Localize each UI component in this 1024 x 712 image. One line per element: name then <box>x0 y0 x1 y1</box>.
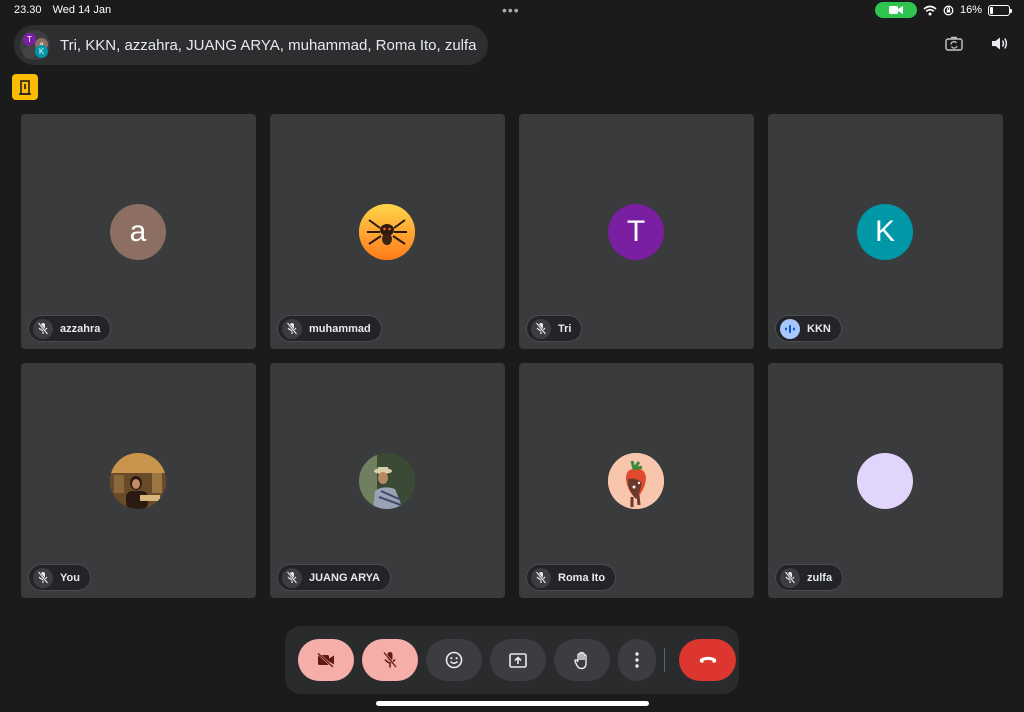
speaker-button[interactable] <box>990 33 1010 53</box>
participant-name-tag: zulfa <box>775 564 844 591</box>
mic-muted-icon <box>535 322 547 335</box>
participant-avatar: K <box>857 204 913 260</box>
participant-avatar <box>857 453 913 509</box>
stack-avatar-kkn: K <box>35 45 48 58</box>
status-time: 23.30 <box>14 4 42 16</box>
mic-muted-icon <box>286 322 298 335</box>
top-right-actions <box>944 33 1010 53</box>
camera-in-use-indicator <box>874 2 917 18</box>
mic-muted-badge <box>282 318 302 339</box>
door-exit-icon <box>19 79 31 95</box>
participant-avatar-stack: T a K <box>20 30 50 60</box>
wifi-icon <box>923 5 937 15</box>
present-screen-button[interactable] <box>490 639 546 681</box>
battery-icon <box>988 4 1012 16</box>
battery-percentage: 16% <box>959 4 982 16</box>
mic-muted-badge <box>33 567 53 588</box>
participant-name: Roma Ito <box>558 571 606 584</box>
more-options-button[interactable] <box>618 639 656 681</box>
stack-avatar-muhammad <box>23 46 36 59</box>
participant-avatar: T <box>608 204 664 260</box>
avatar-art-spider-icon <box>359 204 415 260</box>
mic-muted-icon <box>784 571 796 584</box>
participant-tile-you[interactable]: You <box>21 363 256 598</box>
call-control-bar <box>285 626 739 694</box>
status-time-date: 23.30 Wed 14 Jan <box>14 4 111 16</box>
participant-avatar <box>110 453 166 509</box>
participant-name-tag: azzahra <box>28 315 112 342</box>
hang-up-icon <box>699 656 716 663</box>
participant-name-tag: KKN <box>775 315 842 342</box>
raise-hand-button[interactable] <box>554 639 610 681</box>
participant-tile-tri[interactable]: T Tri <box>519 114 754 349</box>
speaking-indicator <box>780 318 800 339</box>
raise-hand-icon <box>574 651 587 669</box>
more-icon <box>635 652 639 668</box>
participant-avatar <box>359 204 415 260</box>
mic-muted-icon <box>535 571 547 584</box>
mic-muted-badge <box>531 567 551 588</box>
participant-name: muhammad <box>309 322 371 335</box>
status-bar: 23.30 Wed 14 Jan ••• 16% <box>0 0 1024 20</box>
multitask-dots[interactable]: ••• <box>502 2 520 18</box>
participant-name: azzahra <box>60 322 101 335</box>
participants-header[interactable]: T a K Tri, KKN, azzahra, JUANG ARYA, muh… <box>14 25 488 65</box>
mic-muted-badge <box>531 318 551 339</box>
participant-avatar <box>608 453 664 509</box>
video-camera-icon <box>888 6 903 14</box>
mic-muted-badge <box>33 318 53 339</box>
participant-tile-zulfa[interactable]: zulfa <box>768 363 1003 598</box>
mic-off-icon <box>383 651 397 668</box>
participant-name-tag: Roma Ito <box>526 564 617 591</box>
mic-muted-badge <box>282 567 302 588</box>
mic-muted-icon <box>37 571 49 584</box>
participant-name: JUANG ARYA <box>309 571 380 584</box>
speaking-indicator-icon <box>785 324 795 333</box>
present-icon <box>509 652 527 668</box>
participant-name: zulfa <box>807 571 833 584</box>
camera-toggle-button[interactable] <box>298 639 354 681</box>
participant-name-tag: muhammad <box>277 315 382 342</box>
exit-door-button[interactable] <box>12 74 38 100</box>
avatar-photo-icon <box>359 453 415 509</box>
emoji-icon <box>445 651 463 669</box>
participant-name-tag: JUANG ARYA <box>277 564 391 591</box>
camera-off-icon <box>317 652 334 668</box>
avatar-photo-icon <box>110 453 166 509</box>
participant-tile-muhammad[interactable]: muhammad <box>270 114 505 349</box>
participant-name-tag: Tri <box>526 315 583 342</box>
participant-tile-azzahra[interactable]: a azzahra <box>21 114 256 349</box>
participant-avatar <box>359 453 415 509</box>
participant-name: You <box>60 571 80 584</box>
participant-name: KKN <box>807 322 831 335</box>
participant-tile-juang-arya[interactable]: JUANG ARYA <box>270 363 505 598</box>
participant-tile-roma-ito[interactable]: Roma Ito <box>519 363 754 598</box>
avatar-art-strawberry-icon <box>608 453 664 509</box>
hang-up-button[interactable] <box>679 639 736 681</box>
battery-level-fill <box>990 6 993 14</box>
switch-camera-icon <box>945 36 963 51</box>
status-indicators: 16% <box>874 2 1012 18</box>
mic-toggle-button[interactable] <box>362 639 418 681</box>
mic-muted-icon <box>286 571 298 584</box>
participant-grid: a azzahra muhammad T Tri K KKN You JUANG ARYA Rom… <box>21 114 1003 598</box>
control-divider <box>664 648 665 672</box>
participant-name-tag: You <box>28 564 91 591</box>
switch-camera-button[interactable] <box>944 33 964 53</box>
participants-title: Tri, KKN, azzahra, JUANG ARYA, muhammad,… <box>60 36 477 54</box>
participant-avatar: a <box>110 204 166 260</box>
participant-tile-kkn[interactable]: K KKN <box>768 114 1003 349</box>
orientation-lock-icon <box>943 5 954 15</box>
speaker-icon <box>992 37 1008 49</box>
status-date: Wed 14 Jan <box>52 4 112 16</box>
participant-name: Tri <box>558 322 572 335</box>
reactions-button[interactable] <box>426 639 482 681</box>
mic-muted-icon <box>37 322 49 335</box>
home-indicator[interactable] <box>376 701 649 706</box>
mic-muted-badge <box>780 567 800 588</box>
